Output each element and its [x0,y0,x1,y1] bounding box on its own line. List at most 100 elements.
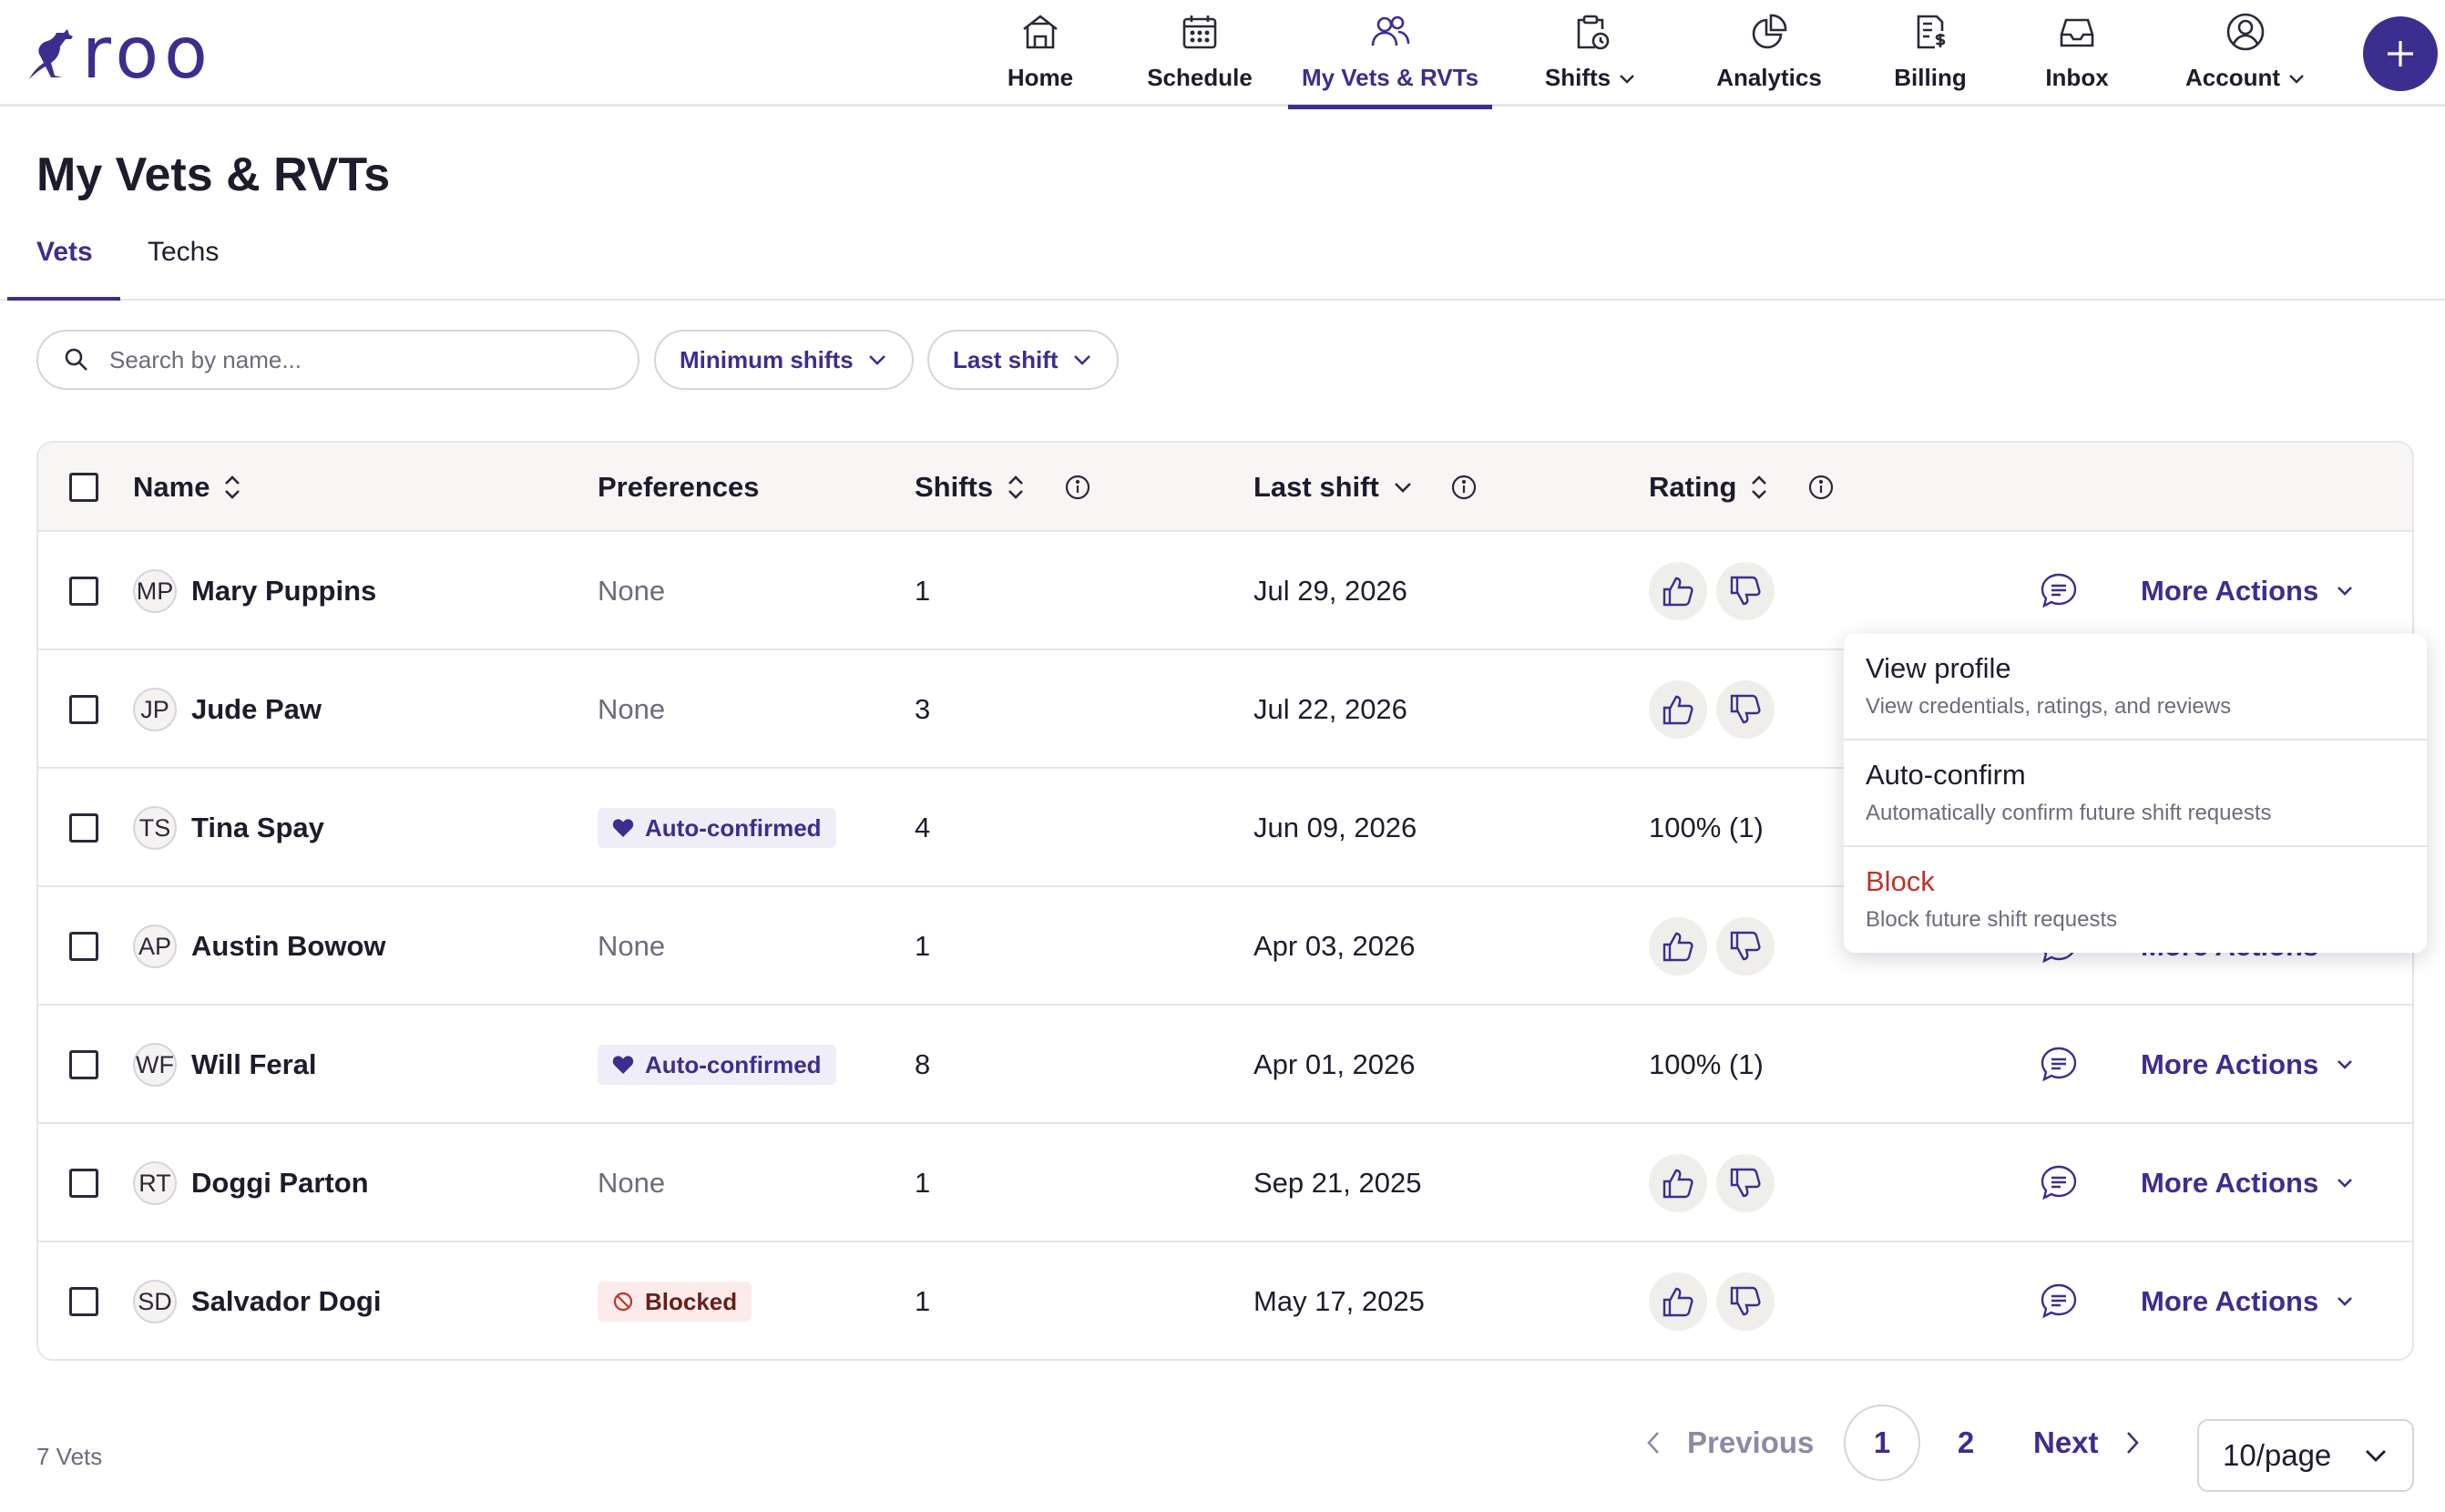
rating-cell [1649,887,1775,1006]
nav-inbox-label: Inbox [2045,64,2109,91]
message-icon[interactable] [2039,1282,2079,1322]
vet-name-cell[interactable]: AP Austin Bowow [133,887,386,1006]
next-page-button[interactable]: Next [2033,1405,2141,1481]
thumbs-down-button[interactable] [1716,562,1775,620]
row-checkbox[interactable] [69,1050,98,1079]
search-input[interactable] [109,345,601,374]
vet-name[interactable]: Tina Spay [191,812,324,844]
thumbs-up-button[interactable] [1649,562,1707,620]
vet-name[interactable]: Austin Bowow [191,930,386,963]
nav-analytics[interactable]: Analytics [1716,0,1822,107]
vet-name[interactable]: Jude Paw [191,693,322,726]
nav-home[interactable]: Home [1002,0,1079,107]
message-icon[interactable] [2039,1045,2079,1085]
header-rating-label: Rating [1649,471,1737,503]
menu-view-profile-title: View profile [1866,652,2011,684]
row-checkbox[interactable] [69,577,98,606]
previous-page-button[interactable]: Previous [1645,1405,1814,1481]
vet-name[interactable]: Will Feral [191,1048,317,1081]
more-actions-button[interactable]: More Actions [2141,1167,2355,1200]
last-shift-filter[interactable]: Last shift [927,330,1119,390]
vet-name-cell[interactable]: MP Mary Puppins [133,532,376,650]
header-preferences-label: Preferences [598,471,760,503]
thumbs-up-button[interactable] [1649,1272,1707,1331]
more-actions-button[interactable]: More Actions [2141,1048,2355,1081]
menu-auto-confirm[interactable]: Auto-confirm Automatically confirm futur… [1844,741,2427,847]
vets-count: 7 Vets [36,1443,103,1470]
message-icon[interactable] [2039,1163,2079,1203]
top-navigation: roo Home Schedule My Vets & RVTs Shifts [0,0,2445,109]
header-rating[interactable]: Rating [1649,443,1835,532]
thumbs-down-button[interactable] [1716,1154,1775,1212]
vet-name-cell[interactable]: RT Doggi Parton [133,1124,369,1242]
message-cell [2039,1006,2079,1124]
row-checkbox[interactable] [69,813,98,843]
info-icon[interactable] [1450,474,1478,501]
thumbs-down-button[interactable] [1716,1272,1775,1331]
row-checkbox[interactable] [69,932,98,961]
sort-icon [1752,475,1767,499]
menu-auto-confirm-desc: Automatically confirm future shift reque… [1866,801,2272,825]
roo-logo[interactable]: roo [16,18,213,89]
preference-label: Auto-confirmed [645,1050,822,1078]
sort-icon [1008,475,1024,499]
thumbs-up-button[interactable] [1649,1154,1707,1212]
vet-name[interactable]: Salvador Dogi [191,1285,381,1318]
tab-vets[interactable]: Vets [36,237,93,268]
people-icon [1371,15,1410,46]
more-actions-button[interactable]: More Actions [2141,1285,2355,1318]
row-checkbox[interactable] [69,1169,98,1198]
nav-account[interactable]: Account [2185,0,2305,107]
avatar-initials: RT [138,1169,171,1197]
page-size-value: 10/page [2223,1438,2332,1472]
preference-label: None [598,1167,666,1199]
row-checkbox[interactable] [69,695,98,724]
avatar: JP [133,688,177,731]
header-shifts[interactable]: Shifts [915,443,1091,532]
info-icon[interactable] [1807,474,1835,501]
more-actions-label: More Actions [2141,575,2319,607]
page-1-button[interactable]: 1 [1844,1405,1920,1481]
preference-label: None [598,930,666,962]
nav-my-vets[interactable]: My Vets & RVTs [1288,0,1492,109]
row-checkbox[interactable] [69,1287,98,1316]
page-2-button[interactable]: 2 [1928,1405,2004,1481]
menu-view-profile[interactable]: View profile View credentials, ratings, … [1844,634,2427,741]
preference-label: Blocked [645,1287,738,1315]
nav-inbox[interactable]: Inbox [2044,0,2110,107]
thumbs-up-button[interactable] [1649,917,1707,976]
chevron-down-icon [1073,355,1090,365]
auto-confirmed-badge: Auto-confirmed [598,808,836,848]
message-cell [2039,532,2079,650]
thumbs-down-icon [1730,694,1761,724]
nav-shifts[interactable]: Shifts [1543,0,1638,107]
vet-name[interactable]: Doggi Parton [191,1167,369,1200]
message-icon[interactable] [2039,571,2079,611]
chevron-down-icon [2338,1060,2353,1069]
nav-schedule[interactable]: Schedule [1144,0,1255,107]
chevron-down-icon [868,355,885,365]
chevron-right-icon [2126,1432,2139,1454]
tab-techs[interactable]: Techs [148,237,219,268]
add-shift-button[interactable] [2363,16,2438,91]
header-last-shift[interactable]: Last shift [1253,443,1478,532]
vet-name-cell[interactable]: JP Jude Paw [133,650,322,769]
thumbs-down-button[interactable] [1716,917,1775,976]
vet-name-cell[interactable]: SD Salvador Dogi [133,1242,381,1359]
vet-name-cell[interactable]: TS Tina Spay [133,769,324,887]
thumbs-down-button[interactable] [1716,680,1775,739]
more-actions-button[interactable]: More Actions [2141,575,2355,608]
page-size-select[interactable]: 10/page [2197,1419,2414,1492]
header-name[interactable]: Name [133,443,242,532]
nav-account-label: Account [2185,64,2280,91]
select-all-checkbox[interactable] [69,473,98,502]
vet-name[interactable]: Mary Puppins [191,575,376,608]
vet-name-cell[interactable]: WF Will Feral [133,1006,317,1124]
info-icon[interactable] [1064,474,1091,501]
preference-cell: Auto-confirmed [598,769,836,887]
thumbs-up-button[interactable] [1649,680,1707,739]
menu-block[interactable]: Block Block future shift requests [1844,847,2427,953]
nav-schedule-label: Schedule [1147,64,1253,91]
nav-billing[interactable]: Billing [1893,0,1968,107]
minimum-shifts-filter[interactable]: Minimum shifts [654,330,914,390]
